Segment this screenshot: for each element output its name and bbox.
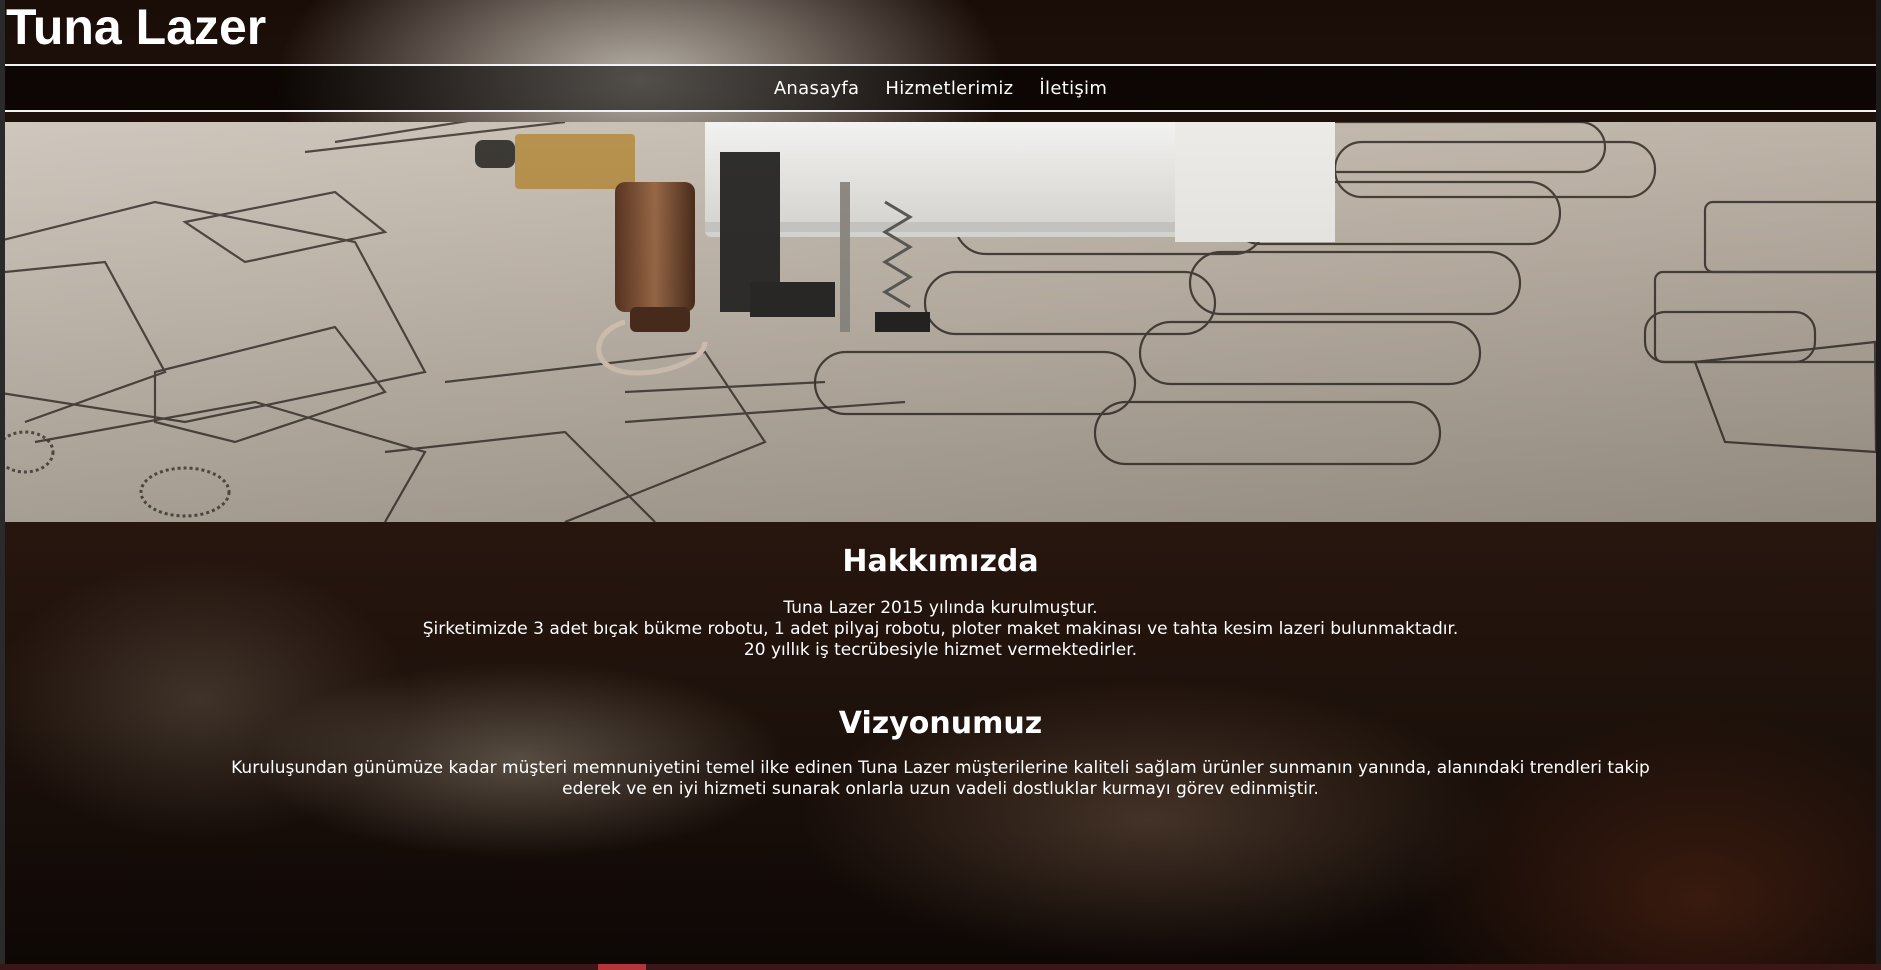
main-nav: Anasayfa Hizmetlerimiz İletişim [5,64,1876,112]
site-title[interactable]: Tuna Lazer [6,0,266,54]
bottom-scroll-strip [0,964,1881,970]
nav-item-iletisim[interactable]: İletişim [1039,78,1107,99]
nav-item-hizmetlerimiz[interactable]: Hizmetlerimiz [885,78,1013,99]
vision-title: Vizyonumuz [838,706,1043,741]
hero-image [5,122,1876,522]
laser-cutting-illustration [5,122,1876,522]
nav-item-anasayfa[interactable]: Anasayfa [774,78,860,99]
about-body: Tuna Lazer 2015 yılında kurulmuştur. Şir… [5,598,1876,661]
about-line-founded: Tuna Lazer 2015 yılında kurulmuştur. [783,598,1098,618]
bottom-strip-marker [598,964,646,970]
main-content: Hakkımızda Tuna Lazer 2015 yılında kurul… [5,522,1876,800]
page: Tuna Lazer Anasayfa Hizmetlerimiz İletiş… [0,0,1881,970]
vision-body: Kuruluşundan günümüze kadar müşteri memn… [231,758,1650,799]
about-line-experience: 20 yıllık iş tecrübesiyle hizmet vermekt… [743,640,1138,660]
right-edge [1876,0,1881,970]
about-line-equipment: Şirketimizde 3 adet bıçak bükme robotu, … [422,619,1459,639]
about-title: Hakkımızda [842,544,1039,579]
